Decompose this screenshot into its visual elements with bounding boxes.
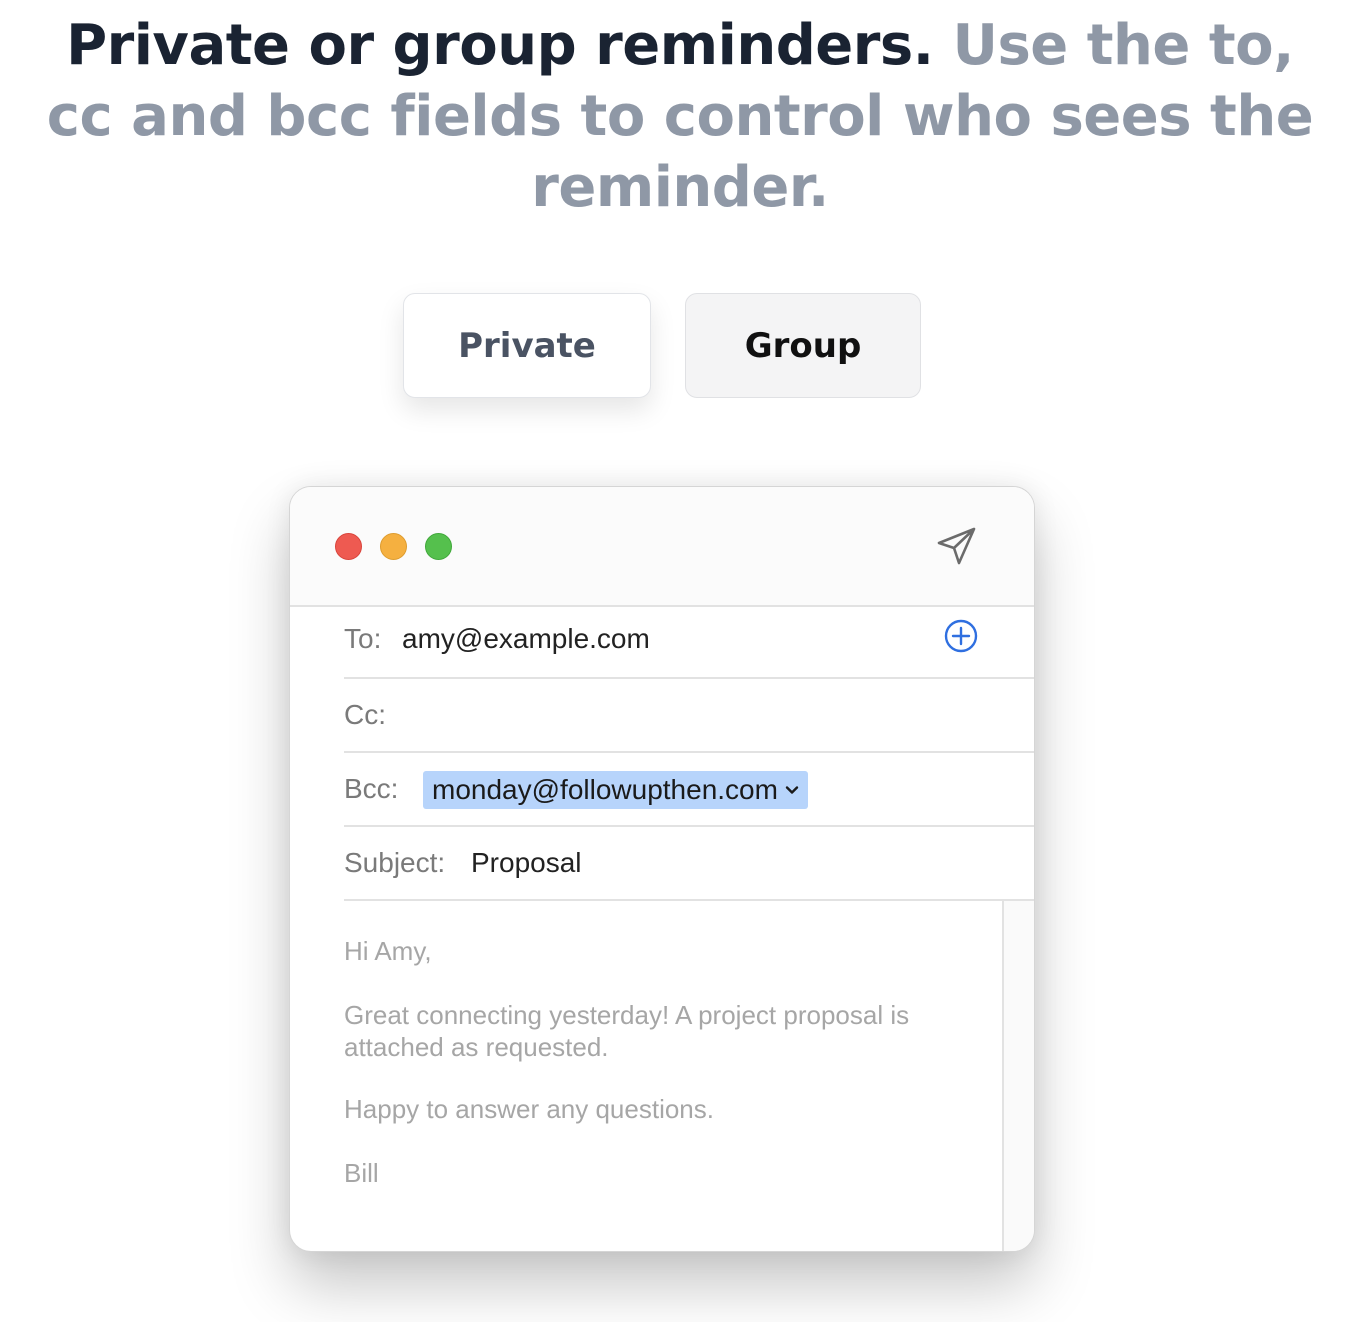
page-heading: Private or group reminders. Use the to, … (40, 10, 1320, 223)
plus-circle-icon[interactable] (943, 618, 979, 654)
to-label: To: (344, 623, 382, 654)
chevron-down-icon (785, 786, 799, 794)
cc-field-row: Cc: (344, 679, 1034, 753)
body-greeting: Hi Amy, (344, 936, 432, 966)
to-recipient[interactable]: amy@example.com (402, 623, 650, 655)
body-signature: Bill (344, 1158, 379, 1188)
subject-field-row: Subject: Proposal (344, 827, 1034, 901)
zoom-window-button[interactable] (425, 533, 452, 560)
to-field-row: To: amy@example.com (344, 605, 1034, 679)
private-button[interactable]: Private (403, 293, 651, 398)
group-button[interactable]: Group (685, 293, 921, 398)
minimize-window-button[interactable] (380, 533, 407, 560)
bcc-recipient-token[interactable]: monday@followupthen.com (423, 771, 808, 809)
title-bar (290, 487, 1034, 607)
body-paragraph: Great connecting yesterday! A project pr… (344, 1000, 910, 1062)
bcc-field-row: Bcc: monday@followupthen.com (344, 753, 1034, 827)
close-window-button[interactable] (335, 533, 362, 560)
cc-input[interactable] (404, 687, 1024, 743)
subject-label: Subject: (344, 847, 446, 878)
bcc-label: Bcc: (344, 773, 399, 804)
subject-input[interactable]: Proposal (471, 847, 582, 879)
body-paragraph: Happy to answer any questions. (344, 1094, 714, 1124)
paper-plane-icon[interactable] (934, 523, 980, 569)
mail-compose-window: To: amy@example.com Cc: Bcc: monday@foll… (289, 486, 1035, 1252)
cc-label: Cc: (344, 699, 386, 730)
page: Private or group reminders. Use the to, … (0, 0, 1360, 1322)
heading-strong: Private or group reminders. (66, 13, 934, 78)
scrollbar[interactable] (1002, 901, 1034, 1251)
bcc-recipient: monday@followupthen.com (432, 774, 778, 805)
